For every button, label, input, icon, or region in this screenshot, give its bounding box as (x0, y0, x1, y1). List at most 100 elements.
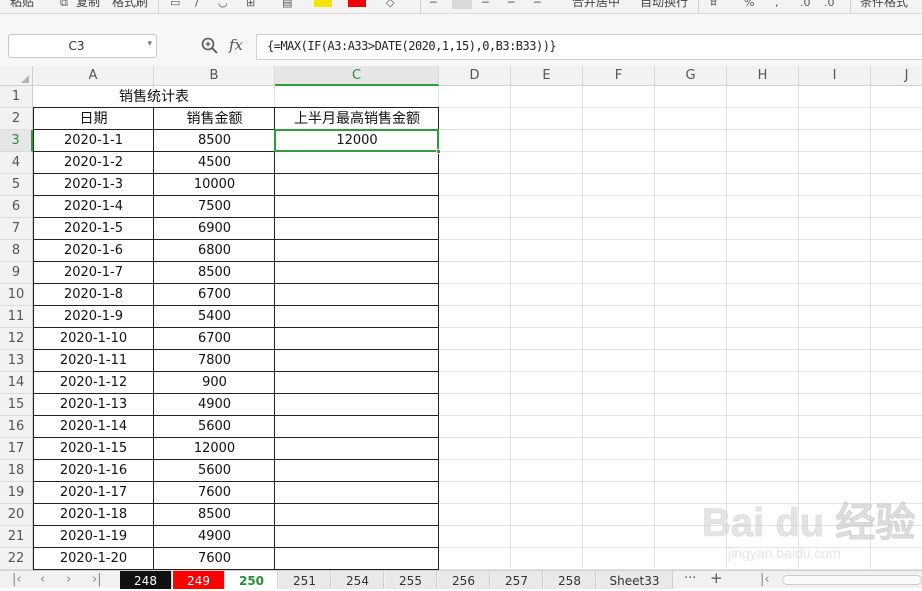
sheet-tab-sheet33[interactable]: Sheet33 (597, 571, 673, 589)
amount-cell: 8500 (197, 133, 232, 148)
row-header-12[interactable]: 12 (0, 328, 33, 350)
amount-cell: 7500 (197, 199, 232, 214)
column-header-e[interactable]: E (511, 66, 583, 86)
format-painter-button[interactable]: 格式刷 (112, 0, 148, 10)
amount-cell: 7600 (197, 485, 232, 500)
amount-cell: 8500 (197, 507, 232, 522)
percent-icon[interactable]: % (744, 0, 754, 9)
row-header-14[interactable]: 14 (0, 372, 33, 394)
ribbon-divider (158, 0, 159, 13)
formula-input[interactable]: {=MAX(IF(A3:A33>DATE(2020,1,15),0,B3:B33… (256, 34, 922, 60)
column-header-a[interactable]: A (33, 66, 154, 86)
column-header-f[interactable]: F (583, 66, 655, 86)
column-header-b[interactable]: B (154, 66, 275, 86)
row-header-13[interactable]: 13 (0, 350, 33, 372)
amount-cell: 4500 (197, 155, 232, 170)
header-result-cell: 上半月最高销售金额 (294, 111, 420, 127)
last-sheet-icon[interactable]: ›| (92, 572, 102, 587)
insert-function-button[interactable]: fx (229, 36, 243, 54)
row-header-8[interactable]: 8 (0, 240, 33, 262)
increase-decimal-icon[interactable]: .0 (800, 0, 811, 9)
justify-icon[interactable]: ─ (508, 0, 515, 9)
clear-format-icon[interactable]: ◇ (386, 0, 394, 9)
add-sheet-button[interactable]: + (710, 569, 723, 587)
sheet-tab-256[interactable]: 256 (438, 571, 490, 589)
prev-sheet-icon[interactable]: ‹ (40, 572, 45, 587)
sheet-tab-255[interactable]: 255 (385, 571, 437, 589)
row-header-16[interactable]: 16 (0, 416, 33, 438)
more-sheets-button[interactable]: ··· (684, 571, 696, 586)
distribute-icon[interactable]: ─ (534, 0, 541, 9)
date-cell: 2020-1-20 (59, 551, 128, 566)
row-header-7[interactable]: 7 (0, 218, 33, 240)
row-header-11[interactable]: 11 (0, 306, 33, 328)
first-sheet-icon[interactable]: |‹ (12, 572, 22, 587)
row-header-10[interactable]: 10 (0, 284, 33, 306)
fill-color-icon[interactable] (314, 0, 332, 7)
zoom-search-icon[interactable] (200, 36, 220, 56)
align-left-icon[interactable]: ─ (430, 0, 437, 9)
row-header-20[interactable]: 20 (0, 504, 33, 526)
align-center-icon[interactable] (452, 0, 472, 9)
column-header-i[interactable]: I (799, 66, 871, 86)
comma-icon[interactable]: , (775, 0, 779, 9)
chevron-down-icon[interactable]: ▾ (147, 39, 152, 49)
underline-icon[interactable]: ◡ (218, 0, 228, 9)
row-header-15[interactable]: 15 (0, 394, 33, 416)
date-cell: 2020-1-17 (59, 485, 128, 500)
copy-button[interactable]: 复制 (76, 0, 100, 10)
sheet-tab-257[interactable]: 257 (491, 571, 543, 589)
select-all-corner[interactable] (0, 66, 33, 86)
auto-wrap-button[interactable]: 自动换行 (640, 0, 688, 10)
italic-icon[interactable]: / (195, 0, 199, 9)
date-cell: 2020-1-10 (59, 331, 128, 346)
date-cell: 2020-1-1 (63, 133, 123, 148)
table-border (438, 107, 439, 570)
row-header-21[interactable]: 21 (0, 526, 33, 548)
font-color-icon[interactable] (348, 0, 366, 7)
next-sheet-icon[interactable]: › (66, 572, 71, 587)
bold-icon[interactable]: ▭ (170, 0, 180, 9)
date-cell: 2020-1-19 (59, 529, 128, 544)
ribbon-divider (420, 0, 421, 13)
row-header-2[interactable]: 2 (0, 108, 33, 130)
conditional-format-button[interactable]: 条件格式 (860, 0, 908, 10)
date-cell: 2020-1-18 (59, 507, 128, 522)
scroll-left-icon[interactable]: |‹ (760, 572, 770, 587)
currency-icon[interactable]: ¤ (710, 0, 717, 9)
baidu-jingyan-watermark: Bai du 经验 jingyan.baidu.com (702, 501, 916, 561)
row-header-1[interactable]: 1 (0, 86, 33, 108)
cell-selection-box[interactable] (274, 129, 441, 154)
align-right-icon[interactable]: ─ (482, 0, 489, 9)
row-header-18[interactable]: 18 (0, 460, 33, 482)
column-header-c[interactable]: C (275, 66, 439, 86)
paste-button[interactable]: 粘贴 (10, 0, 34, 10)
row-header-4[interactable]: 4 (0, 152, 33, 174)
sheet-tab-248[interactable]: 248 (120, 571, 172, 589)
sheet-tab-249[interactable]: 249 (173, 571, 225, 589)
row-header-17[interactable]: 17 (0, 438, 33, 460)
horizontal-scrollbar[interactable] (782, 575, 922, 585)
row-header-22[interactable]: 22 (0, 548, 33, 570)
fill-icon[interactable]: ▤ (282, 0, 292, 9)
column-header-h[interactable]: H (727, 66, 799, 86)
row-header-6[interactable]: 6 (0, 196, 33, 218)
sheet-tab-258[interactable]: 258 (544, 571, 596, 589)
fill-handle[interactable] (436, 149, 441, 154)
amount-cell: 5600 (197, 463, 232, 478)
row-header-3[interactable]: 3 (0, 130, 33, 152)
sheet-tab-254[interactable]: 254 (332, 571, 384, 589)
column-header-j[interactable]: J (871, 66, 922, 86)
border-icon[interactable]: ⊞ (246, 0, 255, 9)
sheet-tab-250[interactable]: 250 (226, 571, 278, 589)
column-header-g[interactable]: G (655, 66, 727, 86)
merge-center-button[interactable]: 合并居中 (572, 0, 620, 10)
decrease-decimal-icon[interactable]: .0 (824, 0, 835, 9)
row-header-9[interactable]: 9 (0, 262, 33, 284)
row-header-5[interactable]: 5 (0, 174, 33, 196)
row-header-19[interactable]: 19 (0, 482, 33, 504)
sheet-tab-251[interactable]: 251 (279, 571, 331, 589)
sheet-tab-bar: |‹ ‹ › ›| 248 249 250 251 254 255 256 257 258 She… (0, 569, 922, 589)
name-box[interactable]: C3 ▾ (8, 34, 157, 58)
column-header-d[interactable]: D (439, 66, 511, 86)
